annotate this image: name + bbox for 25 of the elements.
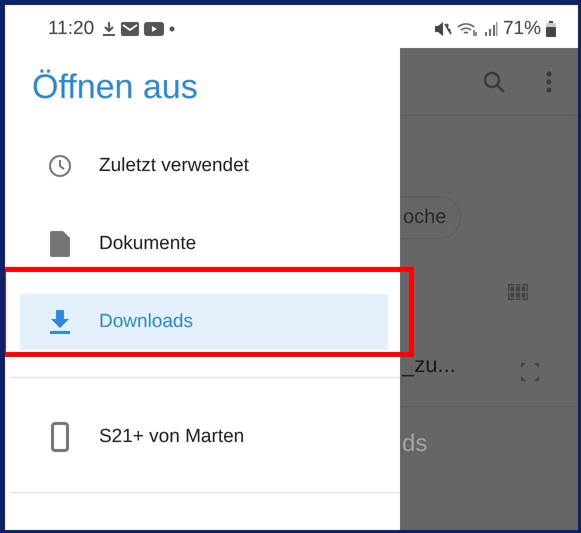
drawer-item[interactable]: S21+ von Marten bbox=[20, 409, 388, 465]
drawer-title: Öffnen aus bbox=[31, 67, 199, 108]
battery-level: 71% bbox=[502, 18, 541, 40]
section-label: ds bbox=[401, 429, 428, 458]
battery-icon bbox=[546, 21, 556, 37]
notification-dot-icon bbox=[169, 26, 176, 32]
clock-time: 11:20 bbox=[48, 18, 94, 40]
drawer-item[interactable]: Zuletzt verwendet bbox=[20, 138, 388, 194]
wifi-icon bbox=[456, 21, 479, 37]
download-icon bbox=[48, 310, 72, 334]
phone-icon bbox=[48, 422, 72, 452]
file-name: _zu... bbox=[402, 352, 456, 378]
search-icon bbox=[482, 70, 506, 94]
clock-icon bbox=[48, 154, 72, 178]
search-chip: oche bbox=[400, 196, 462, 239]
download-icon bbox=[102, 21, 116, 37]
mail-icon bbox=[121, 22, 140, 36]
grid-view-icon bbox=[508, 284, 528, 300]
more-options-icon bbox=[546, 70, 552, 92]
expand-icon bbox=[520, 362, 540, 382]
muted-speaker-icon bbox=[434, 21, 452, 37]
video-play-icon bbox=[144, 22, 164, 36]
drawer-item[interactable]: Dokumente bbox=[20, 216, 388, 272]
document-icon bbox=[48, 231, 72, 257]
signal-icon bbox=[484, 22, 498, 36]
